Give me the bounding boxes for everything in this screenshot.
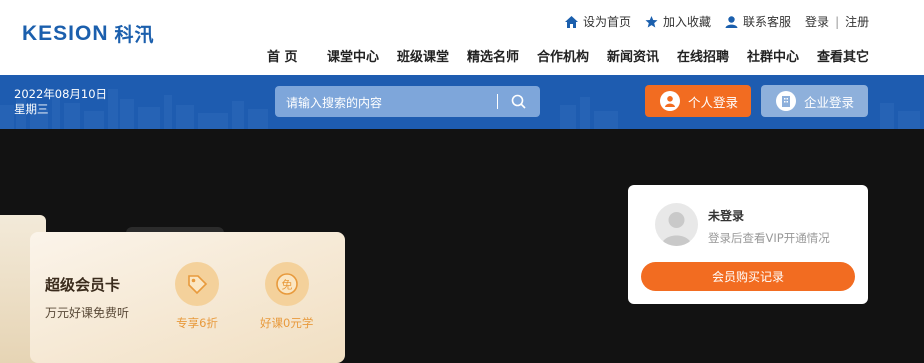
discount-tag-icon (175, 262, 219, 306)
user-icon (725, 15, 738, 28)
set-homepage-label: 设为首页 (583, 15, 632, 29)
nav-item-community[interactable]: 社群中心 (747, 46, 817, 65)
set-homepage-link[interactable]: 设为首页 (565, 13, 631, 30)
nav-item-course-center[interactable]: 课堂中心 (327, 46, 397, 65)
search-divider (497, 94, 498, 109)
company-login-label: 企业登录 (804, 94, 855, 110)
nav-item-more[interactable]: 查看其它 (817, 46, 877, 65)
current-date: 2022年08月10日 星期三 (14, 87, 107, 117)
add-favorite-label: 加入收藏 (663, 15, 712, 29)
vip-hint: 登录后查看VIP开通情况 (708, 231, 830, 245)
perk-free: 免 好课0元学 (260, 262, 313, 331)
search-bar-strip: 2022年08月10日 星期三 请输入搜索的内容 个人登录 企业登录 (0, 75, 924, 129)
contact-support-link[interactable]: 联系客服 (725, 13, 791, 30)
personal-login-label: 个人登录 (688, 94, 739, 110)
vip-member-card: 超级会员卡 万元好课免费听 专享6折 免 好课0元学 (30, 232, 345, 363)
company-login-button[interactable]: 企业登录 (761, 85, 868, 117)
register-link[interactable]: 注册 (845, 13, 869, 30)
nav-item-partners[interactable]: 合作机构 (537, 46, 607, 65)
site-logo[interactable]: KESION 科汛 (22, 20, 155, 47)
login-link[interactable]: 登录 (805, 13, 829, 30)
perk-discount-label: 专享6折 (176, 316, 218, 330)
add-favorite-link[interactable]: 加入收藏 (645, 13, 711, 30)
weekday-text: 星期三 (14, 102, 49, 116)
search-box: 请输入搜索的内容 (275, 86, 540, 117)
purchase-records-button[interactable]: 会员购买记录 (641, 262, 855, 291)
auth-separator: | (835, 14, 840, 29)
contact-support-label: 联系客服 (743, 15, 792, 29)
member-status-panel: 未登录 登录后查看VIP开通情况 会员购买记录 (628, 185, 868, 304)
date-text: 2022年08月10日 (14, 87, 108, 101)
free-badge-icon: 免 (264, 262, 309, 306)
nav-item-home[interactable]: 首 页 (267, 46, 327, 65)
person-icon (660, 91, 680, 111)
star-icon (645, 15, 658, 27)
card-subtitle: 万元好课免费听 (45, 306, 130, 320)
search-icon (511, 94, 526, 109)
top-links: 设为首页 加入收藏 联系客服 登录 | 注册 (565, 13, 869, 30)
main-nav: 首 页 课堂中心 班级课堂 精选名师 合作机构 新闻资讯 在线招聘 社群中心 查… (267, 46, 877, 65)
perk-discount: 专享6折 (175, 262, 219, 331)
logo-text-en: KESION (22, 21, 109, 45)
hero-banner[interactable]: 超级会员卡 万元好课免费听 专享6折 免 好课0元学 未登录 登录后查看VIP开… (0, 129, 924, 363)
logo-text-cn: 科汛 (114, 24, 155, 46)
building-icon (776, 91, 796, 111)
search-button[interactable] (511, 94, 526, 113)
auth-links: 登录 | 注册 (805, 13, 869, 30)
personal-login-button[interactable]: 个人登录 (645, 85, 751, 117)
perk-free-label: 好课0元学 (260, 316, 314, 330)
login-status: 未登录 (708, 209, 745, 223)
nav-item-news[interactable]: 新闻资讯 (607, 46, 677, 65)
avatar (655, 203, 698, 246)
search-input[interactable]: 请输入搜索的内容 (286, 94, 382, 111)
nav-item-jobs[interactable]: 在线招聘 (677, 46, 747, 65)
home-icon (565, 15, 578, 28)
card-title: 超级会员卡 (45, 276, 121, 294)
free-badge-glyph: 免 (281, 278, 292, 292)
nav-item-class[interactable]: 班级课堂 (397, 46, 467, 65)
site-header: KESION 科汛 设为首页 加入收藏 联系客服 登录 | 注册 首 页 课堂中… (0, 0, 924, 75)
nav-item-teachers[interactable]: 精选名师 (467, 46, 537, 65)
